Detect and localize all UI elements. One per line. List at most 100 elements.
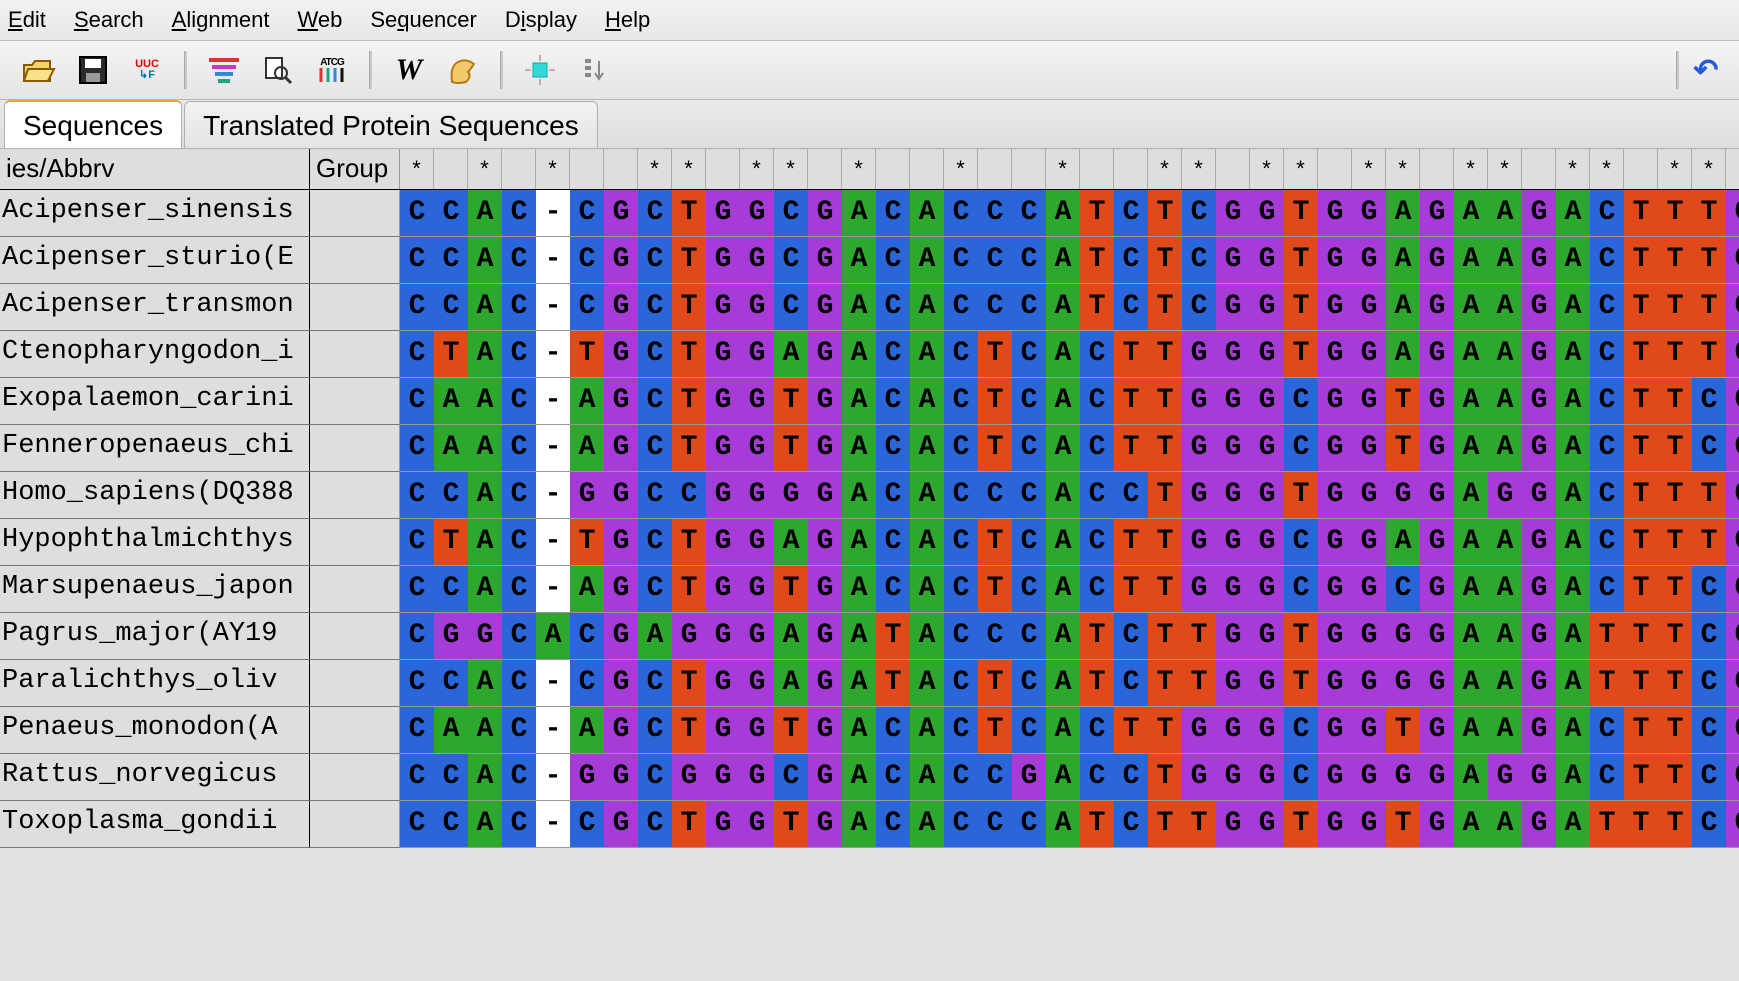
tab-sequences[interactable]: Sequences	[4, 100, 182, 148]
base-cell[interactable]: T	[1080, 801, 1114, 847]
base-cell[interactable]: C	[978, 472, 1012, 518]
base-cell[interactable]: C	[1114, 472, 1148, 518]
base-cell[interactable]: T	[978, 707, 1012, 753]
base-cell[interactable]: T	[1658, 801, 1692, 847]
base-cell[interactable]: C	[1080, 378, 1114, 424]
base-cell[interactable]: G	[570, 472, 604, 518]
base-cell[interactable]: T	[1624, 660, 1658, 706]
base-cell[interactable]: A	[570, 425, 604, 471]
base-cell[interactable]: A	[842, 190, 876, 236]
base-cell[interactable]: C	[978, 754, 1012, 800]
base-cell[interactable]: G	[808, 707, 842, 753]
base-cell[interactable]: A	[910, 519, 944, 565]
base-cell[interactable]: A	[1454, 284, 1488, 330]
base-cell[interactable]: G	[1216, 190, 1250, 236]
base-cell[interactable]: -	[536, 801, 570, 847]
base-cell[interactable]: C	[1012, 190, 1046, 236]
base-cell[interactable]: A	[1454, 566, 1488, 612]
base-cell[interactable]: T	[1284, 801, 1318, 847]
base-cell[interactable]: A	[1488, 331, 1522, 377]
base-cell[interactable]: T	[1148, 660, 1182, 706]
base-cell[interactable]: C	[1114, 801, 1148, 847]
base-cell[interactable]: T	[1658, 425, 1692, 471]
highlight-icon[interactable]	[521, 51, 559, 89]
base-cell[interactable]: C	[1386, 566, 1420, 612]
base-cell[interactable]: A	[1556, 472, 1590, 518]
base-cell[interactable]: T	[978, 331, 1012, 377]
base-cell[interactable]: C	[944, 331, 978, 377]
base-cell[interactable]: G	[706, 284, 740, 330]
sequence-group[interactable]	[310, 425, 400, 471]
base-cell[interactable]: A	[1488, 519, 1522, 565]
base-cell[interactable]: A	[1488, 378, 1522, 424]
name-row[interactable]: Acipenser_sinensis	[0, 190, 400, 237]
base-cell[interactable]: C	[978, 237, 1012, 283]
name-row[interactable]: Exopalaemon_carini	[0, 378, 400, 425]
base-cell[interactable]: T	[1658, 707, 1692, 753]
sequence-strip[interactable]: CCAC-CGCTGGAGATACTCATCTTGGTGGGGAAGATTTCG…	[400, 660, 1739, 707]
base-cell[interactable]: G	[1318, 613, 1352, 659]
base-cell[interactable]: G	[1420, 472, 1454, 518]
base-cell[interactable]: T	[1148, 237, 1182, 283]
base-cell[interactable]: G	[808, 378, 842, 424]
base-cell[interactable]: G	[1216, 378, 1250, 424]
base-cell[interactable]: G	[1726, 566, 1739, 612]
base-cell[interactable]: G	[672, 754, 706, 800]
base-cell[interactable]: G	[1250, 284, 1284, 330]
base-cell[interactable]: A	[842, 284, 876, 330]
base-cell[interactable]: T	[434, 519, 468, 565]
base-cell[interactable]: G	[1386, 613, 1420, 659]
base-cell[interactable]: T	[1148, 519, 1182, 565]
base-cell[interactable]: T	[1182, 660, 1216, 706]
base-cell[interactable]: A	[842, 472, 876, 518]
base-cell[interactable]: A	[468, 801, 502, 847]
base-cell[interactable]: A	[1386, 190, 1420, 236]
base-cell[interactable]: G	[1318, 237, 1352, 283]
base-cell[interactable]: G	[1726, 331, 1739, 377]
base-cell[interactable]: C	[434, 284, 468, 330]
base-cell[interactable]: A	[774, 660, 808, 706]
base-cell[interactable]: C	[400, 613, 434, 659]
base-cell[interactable]: A	[842, 613, 876, 659]
base-cell[interactable]: G	[1420, 660, 1454, 706]
base-cell[interactable]: A	[1556, 613, 1590, 659]
base-cell[interactable]: C	[1590, 237, 1624, 283]
base-cell[interactable]: A	[1488, 284, 1522, 330]
base-cell[interactable]: A	[1556, 707, 1590, 753]
base-cell[interactable]: G	[1522, 519, 1556, 565]
base-cell[interactable]: C	[400, 190, 434, 236]
base-cell[interactable]: G	[1318, 707, 1352, 753]
base-cell[interactable]: G	[1182, 378, 1216, 424]
base-cell[interactable]: A	[1046, 754, 1080, 800]
base-cell[interactable]: G	[1182, 519, 1216, 565]
base-cell[interactable]: G	[1318, 378, 1352, 424]
sequence-strip[interactable]: CAAC-AGCTGGTGACACTCACTTGGGCGGTGAAGACTTCG…	[400, 425, 1739, 472]
base-cell[interactable]: -	[536, 566, 570, 612]
base-cell[interactable]: G	[706, 472, 740, 518]
name-row[interactable]: Ctenopharyngodon_i	[0, 331, 400, 378]
base-cell[interactable]: A	[434, 425, 468, 471]
base-cell[interactable]: T	[774, 378, 808, 424]
base-cell[interactable]: A	[1046, 801, 1080, 847]
base-cell[interactable]: C	[1692, 613, 1726, 659]
sequence-strip[interactable]: CGGCACGAGGGAGATACCCATCTTGGTGGGGAAGATTTCG…	[400, 613, 1739, 660]
base-cell[interactable]: C	[638, 660, 672, 706]
base-cell[interactable]: T	[672, 378, 706, 424]
base-cell[interactable]: C	[1182, 190, 1216, 236]
base-cell[interactable]: C	[638, 237, 672, 283]
base-cell[interactable]: G	[1216, 754, 1250, 800]
base-cell[interactable]: C	[434, 237, 468, 283]
base-cell[interactable]: -	[536, 472, 570, 518]
base-cell[interactable]: A	[468, 425, 502, 471]
base-cell[interactable]: A	[774, 331, 808, 377]
base-cell[interactable]: C	[1012, 425, 1046, 471]
base-cell[interactable]: C	[978, 284, 1012, 330]
base-cell[interactable]: G	[1318, 331, 1352, 377]
base-cell[interactable]: T	[1624, 801, 1658, 847]
base-cell[interactable]: G	[1352, 190, 1386, 236]
base-cell[interactable]: A	[842, 425, 876, 471]
base-cell[interactable]: -	[536, 519, 570, 565]
base-cell[interactable]: G	[1250, 425, 1284, 471]
base-cell[interactable]: C	[502, 425, 536, 471]
base-cell[interactable]: C	[638, 425, 672, 471]
